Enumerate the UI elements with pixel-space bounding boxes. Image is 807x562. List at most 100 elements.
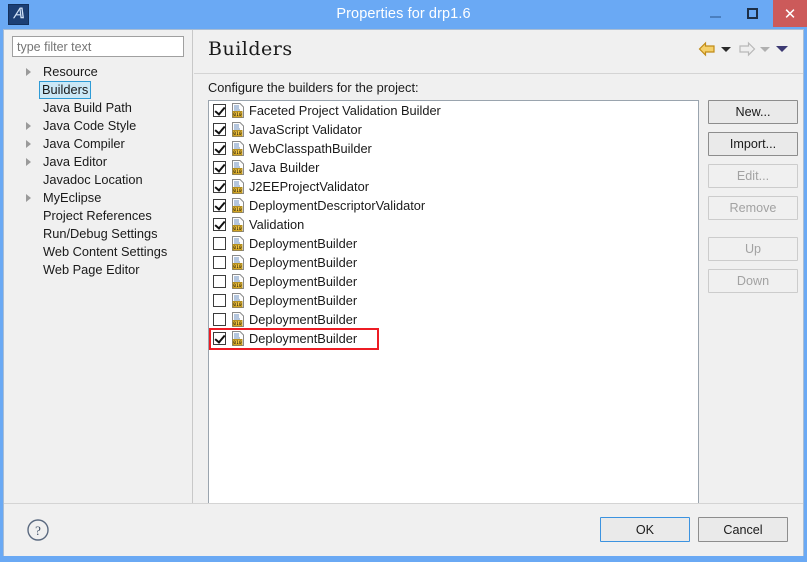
list-item[interactable]: 010 DeploymentBuilder — [209, 291, 698, 310]
sidebar-item-label: Builders — [39, 81, 92, 99]
builder-label: DeploymentDescriptorValidator — [249, 198, 426, 213]
builder-actions: New... Import... Edit... Remove Up Down — [708, 100, 798, 301]
builder-checkbox[interactable] — [213, 256, 226, 269]
builder-label: DeploymentBuilder — [249, 274, 358, 289]
builder-checkbox[interactable] — [213, 332, 226, 345]
svg-text:?: ? — [35, 523, 41, 538]
help-question-icon[interactable]: ? — [26, 518, 50, 542]
chevron-right-icon[interactable] — [26, 158, 31, 166]
sidebar-item-label: Web Content Settings — [43, 244, 168, 259]
builders-page: Builders Configure the builders for the … — [194, 30, 803, 527]
builder-checkbox[interactable] — [213, 142, 226, 155]
chevron-right-icon[interactable] — [26, 140, 31, 148]
builder-label: J2EEProjectValidator — [249, 179, 369, 194]
settings-tree: Resource Builders Java Build Path Java C… — [4, 63, 192, 279]
builders-list[interactable]: 010 Faceted Project Validation Builder 0… — [208, 100, 699, 527]
list-item[interactable]: 010 Java Builder — [209, 158, 698, 177]
title-bar: 𝔸 Properties for drp1.6 ✕ — [0, 0, 807, 29]
maximize-button[interactable] — [737, 0, 767, 27]
settings-tree-sidebar: Resource Builders Java Build Path Java C… — [4, 30, 193, 503]
cancel-button[interactable]: Cancel — [698, 517, 788, 542]
sidebar-item-resource[interactable]: Resource — [4, 63, 192, 81]
svg-text:010: 010 — [233, 207, 241, 213]
properties-dialog-window: 𝔸 Properties for drp1.6 ✕ Resource Build… — [0, 0, 807, 562]
list-item[interactable]: 010 DeploymentDescriptorValidator — [209, 196, 698, 215]
sidebar-item-java-compiler[interactable]: Java Compiler — [4, 135, 192, 153]
list-item[interactable]: 010 JavaScript Validator — [209, 120, 698, 139]
list-item[interactable]: 010 DeploymentBuilder — [209, 310, 698, 329]
builder-file-icon: 010 — [231, 122, 245, 137]
svg-text:010: 010 — [233, 283, 241, 289]
builder-checkbox[interactable] — [213, 275, 226, 288]
list-item[interactable]: 010 J2EEProjectValidator — [209, 177, 698, 196]
builder-label: DeploymentBuilder — [249, 312, 358, 327]
builder-label: DeploymentBuilder — [249, 236, 358, 251]
builder-checkbox[interactable] — [213, 313, 226, 326]
chevron-right-icon[interactable] — [26, 68, 31, 76]
ok-button[interactable]: OK — [600, 517, 690, 542]
minimize-icon — [709, 15, 721, 18]
list-item[interactable]: 010 Faceted Project Validation Builder — [209, 101, 698, 120]
sidebar-item-web-page-editor[interactable]: Web Page Editor — [4, 261, 192, 279]
sidebar-item-label: Java Code Style — [43, 118, 137, 133]
builder-checkbox[interactable] — [213, 237, 226, 250]
page-title: Builders — [208, 38, 293, 60]
svg-text:010: 010 — [233, 264, 241, 270]
header-divider — [194, 73, 803, 74]
builder-checkbox[interactable] — [213, 104, 226, 117]
forward-history-chevron-down-icon — [760, 46, 770, 52]
import-button[interactable]: Import... — [708, 132, 798, 156]
maximize-icon — [746, 8, 758, 19]
sidebar-item-myeclipse[interactable]: MyEclipse — [4, 189, 192, 207]
svg-text:010: 010 — [233, 188, 241, 194]
builder-file-icon: 010 — [231, 198, 245, 213]
list-item[interactable]: 010 DeploymentBuilder — [209, 234, 698, 253]
list-item[interactable]: 010 WebClasspathBuilder — [209, 139, 698, 158]
back-history-chevron-down-icon[interactable] — [721, 46, 731, 52]
sidebar-item-label: Run/Debug Settings — [43, 226, 158, 241]
svg-text:010: 010 — [233, 150, 241, 156]
down-button: Down — [708, 269, 798, 293]
list-item[interactable]: 010 DeploymentBuilder — [209, 272, 698, 291]
builder-file-icon: 010 — [231, 179, 245, 194]
new-button[interactable]: New... — [708, 100, 798, 124]
filter-input[interactable] — [12, 36, 184, 57]
sidebar-item-java-build-path[interactable]: Java Build Path — [4, 99, 192, 117]
svg-text:010: 010 — [233, 169, 241, 175]
builder-checkbox[interactable] — [213, 123, 226, 136]
builder-label: Validation — [249, 217, 305, 232]
builder-label: DeploymentBuilder — [249, 331, 358, 346]
view-menu-chevron-down-icon[interactable] — [776, 46, 788, 52]
sidebar-item-builders[interactable]: Builders — [4, 81, 192, 99]
sidebar-item-java-code-style[interactable]: Java Code Style — [4, 117, 192, 135]
sidebar-item-label: MyEclipse — [43, 190, 102, 205]
instruction-label: Configure the builders for the project: — [208, 80, 419, 95]
sidebar-item-web-content-settings[interactable]: Web Content Settings — [4, 243, 192, 261]
edit-button: Edit... — [708, 164, 798, 188]
builder-label: JavaScript Validator — [249, 122, 362, 137]
minimize-button[interactable] — [700, 0, 730, 27]
sidebar-item-java-editor[interactable]: Java Editor — [4, 153, 192, 171]
close-button[interactable]: ✕ — [773, 0, 807, 27]
builder-checkbox[interactable] — [213, 218, 226, 231]
sidebar-item-run-debug-settings[interactable]: Run/Debug Settings — [4, 225, 192, 243]
builder-checkbox[interactable] — [213, 294, 226, 307]
svg-text:010: 010 — [233, 321, 241, 327]
back-arrow-icon[interactable] — [697, 41, 718, 57]
list-item[interactable]: 010 DeploymentBuilder — [209, 253, 698, 272]
sidebar-item-label: Java Editor — [43, 154, 108, 169]
chevron-right-icon[interactable] — [26, 122, 31, 130]
sidebar-item-project-references[interactable]: Project References — [4, 207, 192, 225]
builder-checkbox[interactable] — [213, 199, 226, 212]
sidebar-item-label: Resource — [43, 64, 98, 79]
builder-checkbox[interactable] — [213, 180, 226, 193]
builder-label: DeploymentBuilder — [249, 293, 358, 308]
list-item[interactable]: 010 Validation — [209, 215, 698, 234]
close-icon: ✕ — [783, 5, 797, 23]
list-item[interactable]: 010 DeploymentBuilder — [209, 329, 698, 348]
chevron-right-icon[interactable] — [26, 194, 31, 202]
builder-file-icon: 010 — [231, 103, 245, 118]
svg-text:010: 010 — [233, 131, 241, 137]
sidebar-item-javadoc-location[interactable]: Javadoc Location — [4, 171, 192, 189]
builder-checkbox[interactable] — [213, 161, 226, 174]
